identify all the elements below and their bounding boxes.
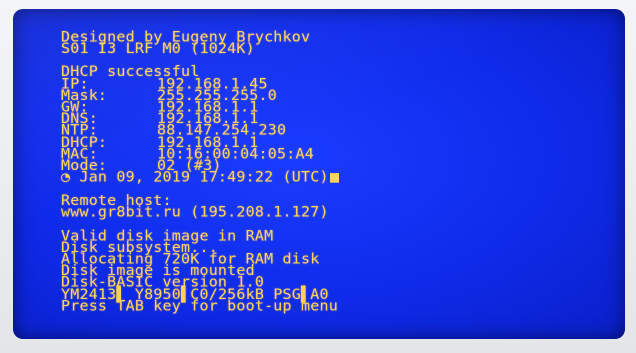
net-row-ntp: NTP: 88.147.254.230 <box>61 123 531 138</box>
datetime-row: ◔ Jan 09, 2019 17:49:22 (UTC) <box>61 168 531 186</box>
monitor-bezel: Designed by Eugeny Brychkov S01 I3 LRF M… <box>0 0 636 353</box>
net-row-dns: DNS: 192.168.1.1 <box>61 111 531 126</box>
cursor-block-icon <box>329 173 339 183</box>
net-row-ip: IP: 192.168.1.45 <box>61 76 531 91</box>
net-row-gw: GW: 192.168.1.1 <box>61 99 531 114</box>
net-row-mask: Mask: 255.255.255.0 <box>61 88 531 103</box>
dhcp-status: DHCP successful <box>61 63 200 81</box>
boot-menu-prompt: Press TAB key for boot-up menu <box>61 296 338 314</box>
datetime-value: Jan 09, 2019 17:49:22 (UTC) <box>79 168 329 186</box>
boot-terminal: Designed by Eugeny Brychkov S01 I3 LRF M… <box>61 29 531 314</box>
net-row-mac: MAC: 10:16:00:04:05:A4 <box>61 146 531 161</box>
remote-host-value: www.gr8bit.ru (195.208.1.127) <box>61 203 329 221</box>
crt-screen: Designed by Eugeny Brychkov S01 I3 LRF M… <box>13 9 625 339</box>
clock-icon: ◔ <box>61 168 71 186</box>
